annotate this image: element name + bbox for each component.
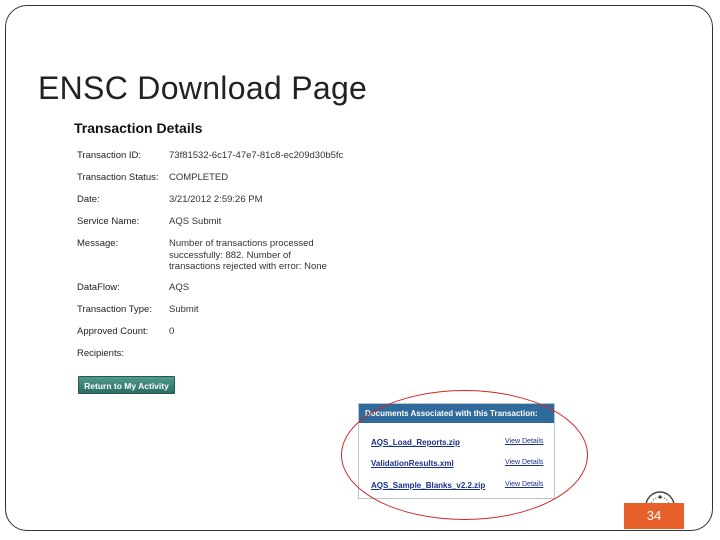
message-value: Number of transactions processed success… bbox=[169, 238, 327, 272]
transaction-id-value: 73f81532-6c17-47e7-81c8-ec209d30b5fc bbox=[169, 150, 344, 161]
document-row: AQS_Sample_Blanks_v2.2.zip View Details bbox=[371, 481, 551, 493]
message-label: Message: bbox=[77, 238, 119, 249]
return-to-my-activity-button[interactable]: Return to My Activity bbox=[78, 376, 175, 394]
service-name-value: AQS Submit bbox=[169, 216, 222, 227]
transaction-type-value: Submit bbox=[169, 304, 199, 315]
transaction-details-screenshot: Transaction Details Transaction ID: 73f8… bbox=[72, 118, 492, 394]
date-label: Date: bbox=[77, 194, 100, 205]
date-value: 3/21/2012 2:59:26 PM bbox=[169, 194, 263, 205]
document-file-link[interactable]: AQS_Load_Reports.zip bbox=[371, 438, 460, 447]
transaction-details-heading: Transaction Details bbox=[74, 120, 203, 136]
dataflow-value: AQS bbox=[169, 282, 190, 293]
recipients-label: Recipients: bbox=[77, 348, 124, 359]
document-row: AQS_Load_Reports.zip View Details bbox=[371, 438, 551, 450]
transaction-status-value: COMPLETED bbox=[169, 172, 229, 183]
approved-count-label: Approved Count: bbox=[77, 326, 149, 337]
document-file-link[interactable]: AQS_Sample_Blanks_v2.2.zip bbox=[371, 481, 485, 490]
document-file-link[interactable]: ValidationResults.xml bbox=[371, 459, 454, 468]
slide-title: ENSC Download Page bbox=[38, 70, 368, 106]
view-details-link[interactable]: View Details bbox=[505, 438, 543, 445]
transaction-type-label: Transaction Type: bbox=[77, 304, 152, 315]
document-row: ValidationResults.xml View Details bbox=[371, 459, 551, 471]
view-details-link[interactable]: View Details bbox=[505, 459, 543, 466]
transaction-id-label: Transaction ID: bbox=[77, 150, 142, 161]
approved-count-value: 0 bbox=[169, 326, 175, 337]
dataflow-label: DataFlow: bbox=[77, 282, 120, 293]
service-name-label: Service Name: bbox=[77, 216, 140, 227]
view-details-link[interactable]: View Details bbox=[505, 481, 543, 488]
slide-page-number: 34 bbox=[624, 503, 684, 529]
documents-panel-header: Documents Associated with this Transacti… bbox=[359, 404, 554, 423]
transaction-status-label: Transaction Status: bbox=[77, 172, 159, 183]
documents-panel: Documents Associated with this Transacti… bbox=[358, 403, 555, 499]
